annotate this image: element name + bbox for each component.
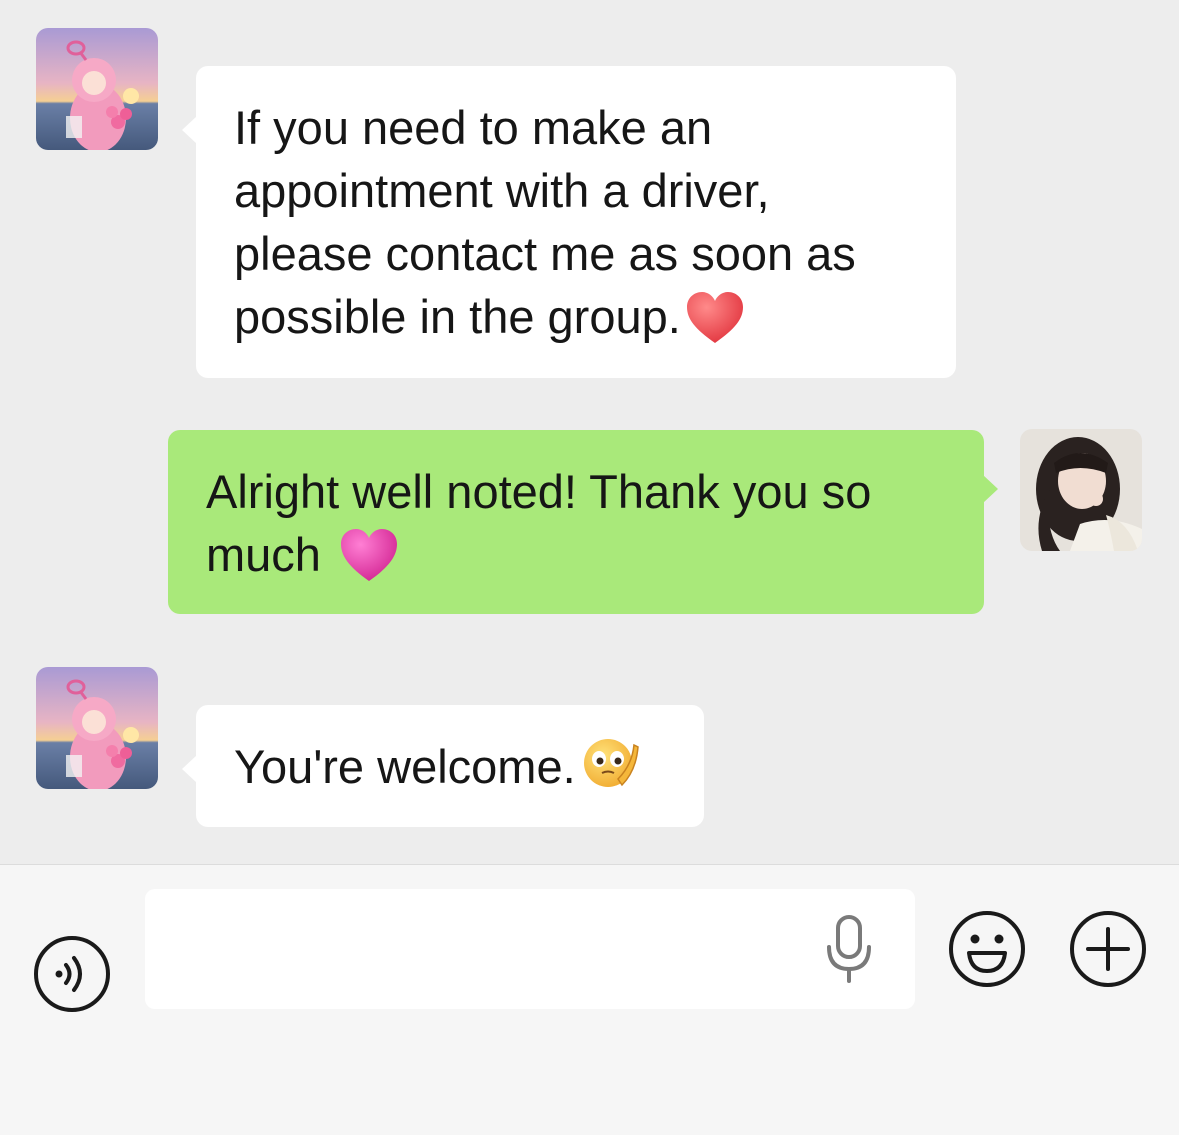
plus-circle-icon[interactable]: [1068, 909, 1146, 987]
contact-avatar[interactable]: [36, 28, 158, 150]
sender-name: [196, 26, 616, 50]
thinking-face-icon: [580, 735, 640, 810]
incoming-message-bubble[interactable]: You're welcome.: [182, 705, 704, 827]
red-heart-icon: [685, 291, 745, 360]
message-text: If you need to make an appointment with …: [234, 101, 856, 343]
chat-message-area: If you need to make an appointment with …: [0, 0, 1179, 864]
message-text: Alright well noted! Thank you so much: [206, 465, 872, 581]
message-input-bar: [0, 864, 1179, 1135]
message-text: You're welcome.: [234, 740, 576, 793]
voice-mode-icon[interactable]: [33, 935, 111, 1013]
outgoing-message-bubble[interactable]: Alright well noted! Thank you so much: [168, 430, 998, 614]
user-avatar[interactable]: [1020, 429, 1142, 551]
incoming-message-bubble[interactable]: If you need to make an appointment with …: [182, 66, 956, 378]
pink-heart-icon: [339, 527, 399, 598]
sender-name: [196, 662, 616, 686]
message-input[interactable]: [145, 889, 915, 1009]
smiley-face-icon[interactable]: [947, 909, 1025, 987]
contact-avatar[interactable]: [36, 667, 158, 789]
microphone-icon[interactable]: [825, 915, 873, 983]
